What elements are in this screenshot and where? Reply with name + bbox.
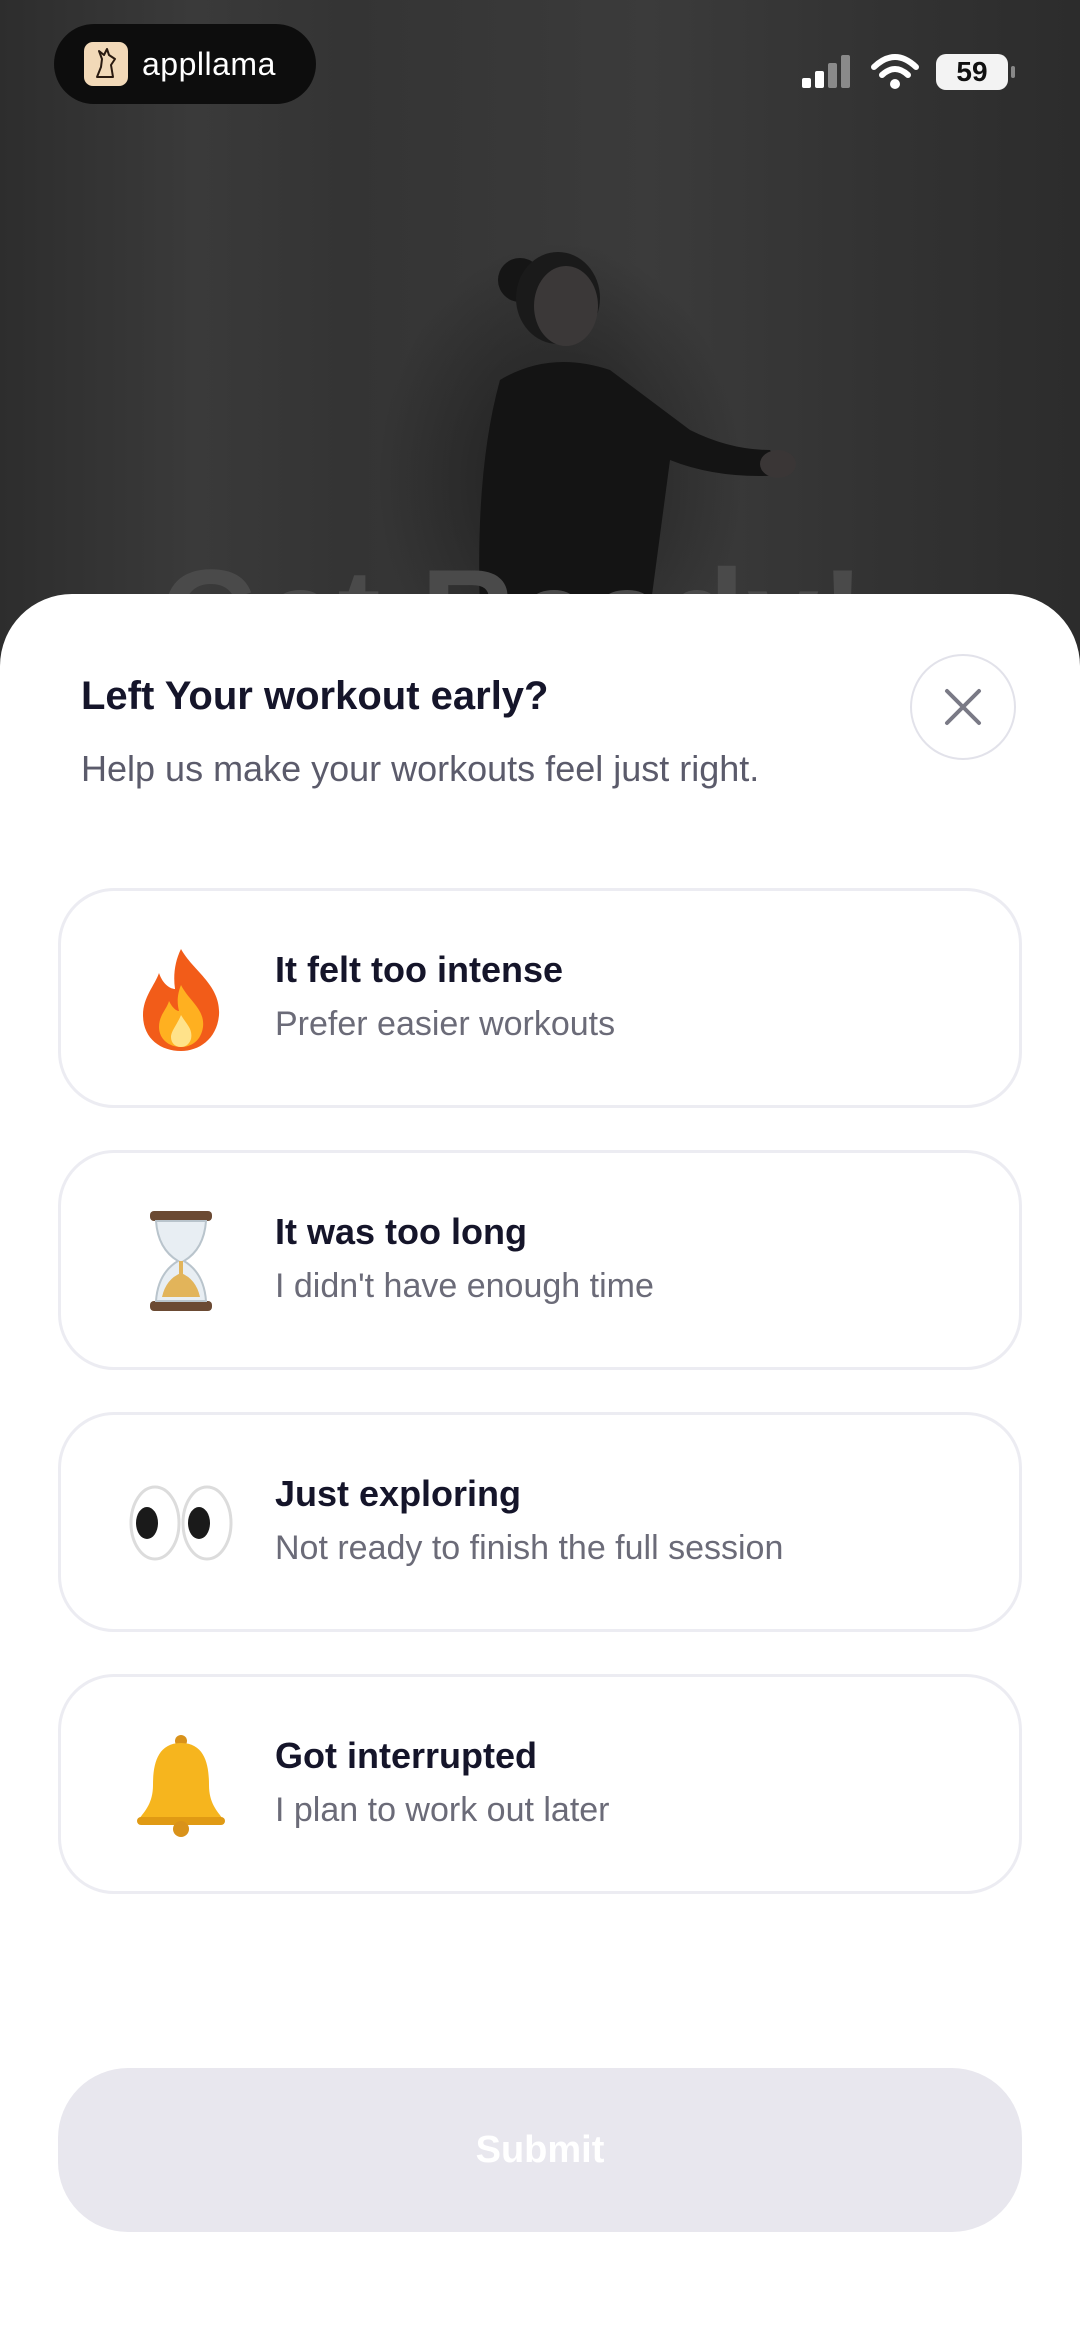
option-title: It was too long [275,1211,527,1252]
battery-indicator: 59 [936,54,1015,90]
eyes-icon [127,1469,235,1577]
option-subtitle: I plan to work out later [275,1791,610,1829]
dialog-title: Left Your workout early? [81,674,549,718]
option-subtitle: Prefer easier workouts [275,1005,616,1043]
close-icon [945,689,981,725]
submit-button[interactable]: Submit [58,2068,1022,2232]
close-button[interactable] [910,654,1016,760]
llama-logo-icon [84,42,128,86]
battery-level: 59 [956,56,988,87]
option-title: Just exploring [275,1473,522,1514]
hourglass-icon [127,1207,235,1315]
signal-icon [802,55,850,88]
option-got-interrupted[interactable]: Got interrupted I plan to work out later [58,1674,1022,1894]
status-bar: 59 [800,52,1015,92]
app-badge: appllama [54,24,316,104]
fire-icon [127,945,235,1053]
wifi-icon [871,54,919,89]
option-just-exploring[interactable]: Just exploring Not ready to finish the f… [58,1412,1022,1632]
option-subtitle: Not ready to finish the full session [275,1529,784,1567]
option-too-intense[interactable]: It felt too intense Prefer easier workou… [58,888,1022,1108]
option-title: It felt too intense [275,949,563,990]
app-name: appllama [142,45,276,82]
dialog-subtitle: Help us make your workouts feel just rig… [81,748,760,789]
bell-icon [127,1731,235,1839]
option-too-long[interactable]: It was too long I didn't have enough tim… [58,1150,1022,1370]
option-subtitle: I didn't have enough time [275,1267,654,1305]
option-title: Got interrupted [275,1735,537,1776]
